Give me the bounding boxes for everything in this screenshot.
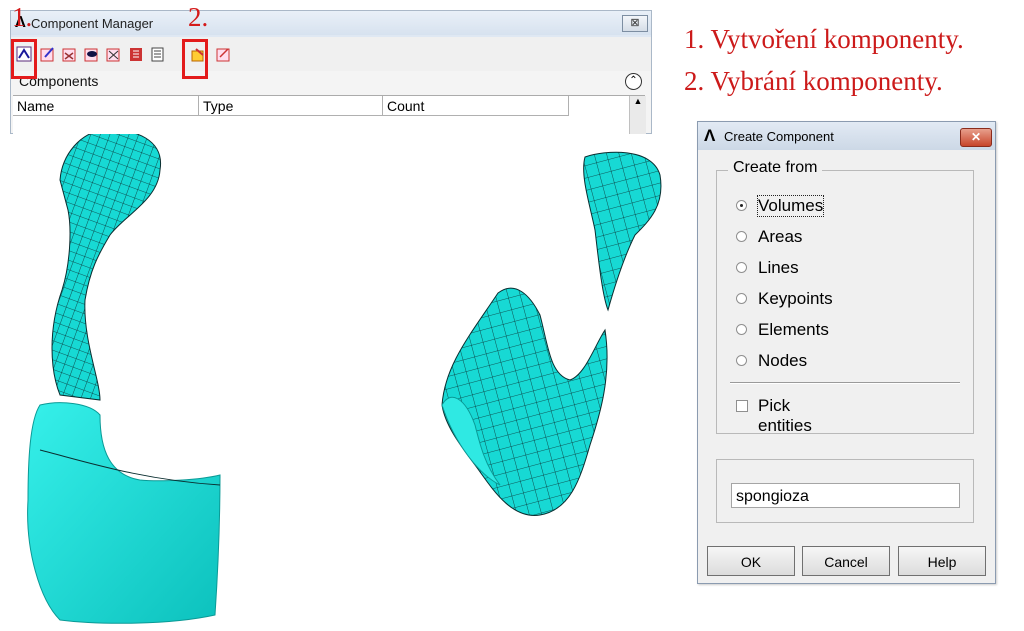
bone-lower-mesh-right <box>441 287 608 516</box>
delete-component-icon[interactable] <box>61 45 79 63</box>
column-header-type[interactable]: Type <box>199 96 383 116</box>
column-header-name[interactable]: Name <box>13 96 199 116</box>
create-from-label: Create from <box>728 159 823 177</box>
components-panel: Components ⌃ Name Type Count ▲ <box>11 71 651 134</box>
create-component-dialog: Λ Create Component ✕ Create from Volumes… <box>697 121 996 584</box>
radio-button-icon[interactable] <box>736 231 747 242</box>
radio-button-icon[interactable] <box>736 355 747 366</box>
component-manager-toolbar <box>11 37 651 71</box>
create-from-group <box>716 170 974 434</box>
radio-label: Nodes <box>758 351 808 370</box>
list-icon[interactable] <box>127 45 145 63</box>
highlight-box-1 <box>11 39 37 79</box>
bone-upper-mesh-right <box>583 151 662 312</box>
separator <box>730 382 960 384</box>
radio-label: Elements <box>758 320 829 339</box>
ok-button[interactable]: OK <box>707 546 795 576</box>
edit-component-icon[interactable] <box>39 45 57 63</box>
marker-1: 1. <box>12 2 33 32</box>
view-component-icon[interactable] <box>83 45 101 63</box>
radio-label: Keypoints <box>758 289 833 308</box>
create-component-titlebar: Λ Create Component ✕ <box>698 122 995 150</box>
assembly-icon[interactable] <box>105 45 123 63</box>
component-name-input[interactable]: spongioza <box>731 483 960 508</box>
checkbox-icon[interactable] <box>736 400 748 412</box>
column-header-count[interactable]: Count <box>383 96 569 116</box>
create-component-title: Create Component <box>724 129 834 144</box>
radio-button-icon[interactable] <box>736 262 747 273</box>
close-icon[interactable]: ✕ <box>960 128 992 147</box>
component-manager-title: Component Manager <box>31 16 154 31</box>
highlight-box-2 <box>182 39 208 79</box>
radio-label: Lines <box>758 258 799 277</box>
ansys-logo: Λ <box>704 126 716 145</box>
component-manager-window: Λ Component Manager ⊠ Components ⌃ Name … <box>10 10 652 134</box>
collapse-icon[interactable]: ⌃ <box>625 73 642 90</box>
radio-button-icon[interactable] <box>736 200 747 211</box>
cancel-button[interactable]: Cancel <box>802 546 890 576</box>
pick-entities-label: Pick entities <box>758 396 812 435</box>
bone-model-right <box>441 151 662 516</box>
bone-model-left <box>27 129 221 624</box>
radio-button-icon[interactable] <box>736 293 747 304</box>
help-button[interactable]: Help <box>898 546 986 576</box>
component-manager-close-button[interactable]: ⊠ <box>622 15 648 32</box>
component-manager-titlebar: Λ Component Manager ⊠ <box>11 11 651 35</box>
note-line-1: 1. Vytvoření komponenty. <box>684 24 964 54</box>
select-list-icon[interactable] <box>149 45 167 63</box>
table-scrollbar[interactable]: ▲ <box>629 96 646 134</box>
components-table: Name Type Count ▲ <box>13 95 646 134</box>
marker-2: 2. <box>188 2 209 32</box>
bone-upper-mesh-left <box>51 129 161 401</box>
bone-lower-solid-left <box>27 402 221 624</box>
radio-button-icon[interactable] <box>736 324 747 335</box>
radio-label: Areas <box>758 227 803 246</box>
radio-label: Volumes <box>756 195 825 217</box>
note-line-2: 2. Vybrání komponenty. <box>684 66 943 96</box>
reselect-component-icon[interactable] <box>215 45 233 63</box>
